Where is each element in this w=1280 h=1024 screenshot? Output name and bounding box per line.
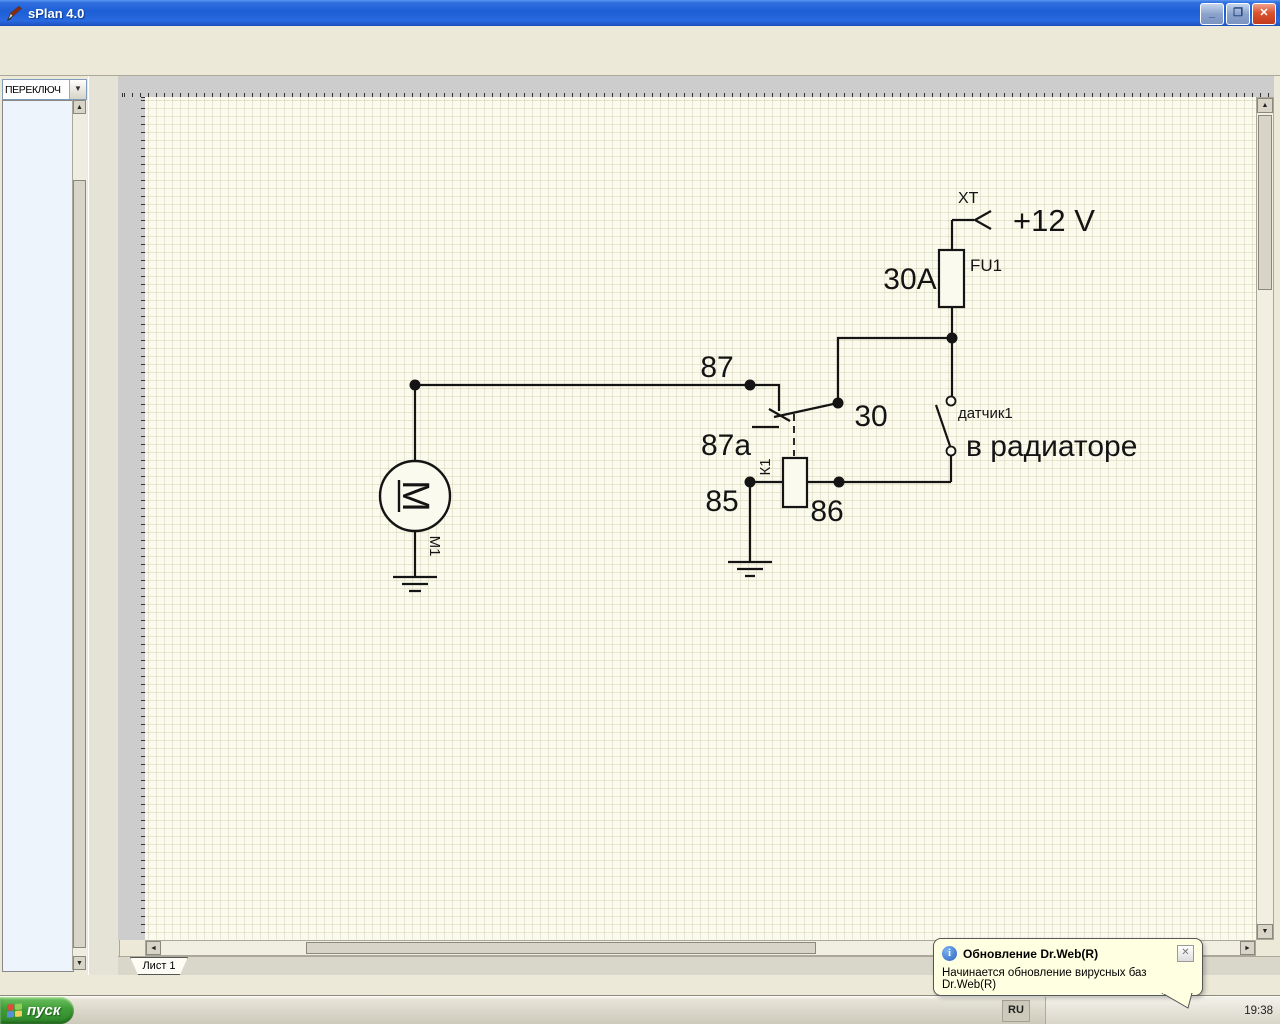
balloon-title: Обновление Dr.Web(R) [963, 947, 1171, 961]
scroll-down-icon[interactable]: ▼ [1257, 924, 1273, 939]
menu-bar [0, 26, 1280, 46]
library-scrollbar[interactable]: ▲ ▼ [72, 100, 87, 970]
label-85[interactable]: 85 [705, 485, 738, 518]
label-radiator[interactable]: в радиаторе [966, 430, 1137, 463]
label-87a[interactable]: 87a [701, 429, 751, 462]
vscroll-thumb[interactable] [1258, 115, 1272, 290]
library-category-value: ПЕРЕКЛЮЧ [3, 84, 69, 96]
schematic-canvas[interactable]: M 87 87a 30 85 86 30A FU1 XT +12 V [145, 97, 1256, 940]
drawing-tools-panel [88, 76, 120, 975]
splan-pencil-icon [6, 5, 23, 22]
horizontal-ruler [118, 76, 1280, 98]
svg-text:M: M [394, 480, 436, 512]
ground-symbol [728, 562, 772, 576]
start-button[interactable]: пуск [0, 997, 74, 1024]
start-label: пуск [27, 1002, 60, 1019]
scroll-up-icon[interactable]: ▲ [73, 100, 86, 114]
drweb-notification-balloon: i Обновление Dr.Web(R) ✕ Начинается обно… [933, 938, 1203, 996]
tray-clock-label[interactable]: 19:38 [1244, 1005, 1273, 1017]
motor-m1[interactable]: M [380, 461, 450, 531]
ground-symbol [393, 577, 437, 591]
window-edge [1274, 76, 1280, 956]
relay-coil-k1[interactable] [783, 458, 807, 507]
label-87[interactable]: 87 [700, 351, 733, 384]
window-titlebar: sPlan 4.0 _ ❐ ✕ [0, 0, 1280, 26]
minimize-button[interactable]: _ [1200, 3, 1224, 25]
taskbar: пуск RU 19:38 [0, 995, 1280, 1024]
scroll-up-icon[interactable]: ▲ [1257, 98, 1273, 113]
circuit-schematic: M 87 87a 30 85 86 30A FU1 XT +12 V [145, 97, 1256, 940]
scroll-right-icon[interactable]: ► [1240, 941, 1255, 955]
scroll-down-icon[interactable]: ▼ [73, 956, 86, 970]
sheet-tab[interactable]: Лист 1 [130, 957, 188, 975]
label-xt[interactable]: XT [958, 190, 979, 207]
label-m1[interactable]: M1 [426, 536, 443, 557]
label-30a[interactable]: 30A [883, 263, 936, 296]
balloon-close-icon[interactable]: ✕ [1177, 945, 1194, 962]
hscroll-thumb[interactable] [306, 942, 816, 954]
quick-launch [80, 998, 162, 1023]
sensor-switch[interactable] [947, 397, 956, 456]
balloon-tail [1160, 993, 1194, 1010]
label-86[interactable]: 86 [810, 495, 843, 528]
balloon-body: Начинается обновление вирусных баз Dr.We… [934, 964, 1202, 994]
library-category-dropdown[interactable]: ПЕРЕКЛЮЧ ▼ [2, 79, 87, 100]
library-scroll-thumb[interactable] [73, 180, 86, 948]
language-indicator[interactable]: RU [1002, 1000, 1030, 1022]
main-toolbar [0, 45, 1280, 76]
restore-button[interactable]: ❐ [1226, 3, 1250, 25]
library-panel: ПЕРЕКЛЮЧ ▼ ▲ ▼ [0, 76, 88, 975]
chevron-down-icon[interactable]: ▼ [69, 80, 86, 99]
close-button[interactable]: ✕ [1252, 3, 1276, 25]
label-sensor[interactable]: датчик1 [958, 405, 1013, 422]
library-list [2, 100, 74, 972]
label-k1[interactable]: К1 [757, 458, 774, 475]
window-title: sPlan 4.0 [28, 6, 84, 21]
label-12v[interactable]: +12 V [1013, 203, 1095, 238]
info-icon: i [942, 946, 957, 961]
vertical-scrollbar[interactable]: ▲ ▼ [1256, 97, 1274, 940]
label-fu1[interactable]: FU1 [970, 256, 1002, 275]
vertical-ruler [118, 97, 146, 940]
fuse-fu1[interactable] [939, 250, 964, 307]
desktop-screen: sPlan 4.0 _ ❐ ✕ ПЕРЕКЛЮЧ ▼ ▲ ▼ [0, 0, 1280, 1024]
scroll-left-icon[interactable]: ◄ [146, 941, 161, 955]
windows-logo-icon [6, 1002, 23, 1018]
label-30[interactable]: 30 [854, 400, 887, 433]
